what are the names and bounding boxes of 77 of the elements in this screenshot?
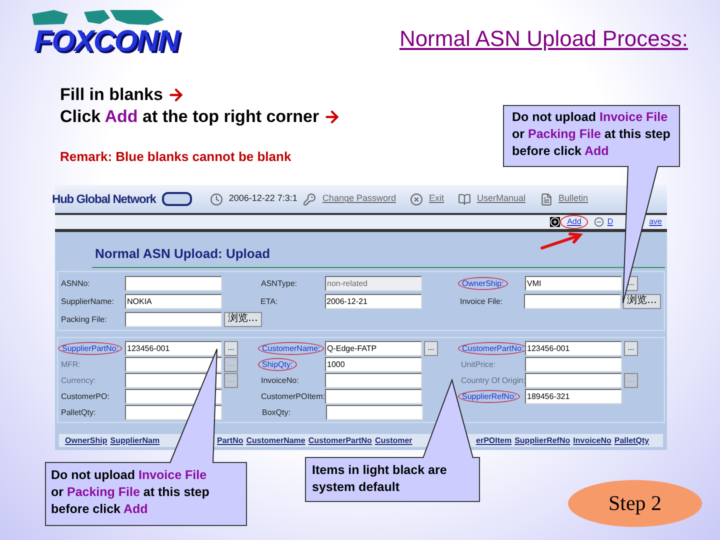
field-label: ETA: <box>260 296 278 306</box>
input-field[interactable] <box>524 294 621 308</box>
nav-link[interactable]: Change Password <box>322 192 396 206</box>
date-time: 2006-12-22 7:3:1 <box>228 192 298 206</box>
input-field[interactable] <box>125 356 222 372</box>
input-field[interactable]: 1000 <box>325 356 422 372</box>
input-field[interactable] <box>525 372 622 388</box>
field-label: CustomerName: <box>258 342 324 354</box>
field-label: OwnerShip: <box>458 276 508 290</box>
logo-text: FOXCONN <box>34 26 179 58</box>
field-label: PalletQty: <box>61 406 96 418</box>
column-header[interactable]: CustomerName <box>246 434 306 446</box>
column-header[interactable]: Customer <box>374 434 412 446</box>
input-field[interactable] <box>125 312 222 326</box>
plus-icon <box>550 217 560 227</box>
badge-logo-icon <box>162 192 192 206</box>
field-label: SupplierPartNo: <box>58 342 122 354</box>
browse-button[interactable]: 浏览... <box>623 294 661 308</box>
input-field[interactable]: 2006-12-21 <box>324 294 422 308</box>
column-header[interactable]: CustomerPartNo <box>308 434 372 446</box>
field-label: CustomerPOItem: <box>261 390 326 402</box>
input-field[interactable]: 123456-001 <box>125 340 222 356</box>
column-header[interactable]: PartNo <box>217 434 244 446</box>
nav-link[interactable]: Bulletin <box>558 192 588 206</box>
close-circle-icon <box>410 192 423 206</box>
column-header[interactable]: erPOItem <box>476 434 512 446</box>
input-field[interactable]: NOKIA <box>125 294 222 308</box>
input-field[interactable]: VMI <box>525 276 622 290</box>
field-label: Invoice File: <box>460 296 503 306</box>
column-header[interactable]: SupplierNam <box>110 434 160 446</box>
field-label: ASNType: <box>261 278 298 288</box>
action-link[interactable]: D <box>604 216 616 228</box>
field-label: Packing File: <box>61 314 107 324</box>
field-label: UnitPrice: <box>461 358 496 370</box>
column-header[interactable]: OwnerShip <box>65 434 108 446</box>
page-heading: Normal ASN Upload: Upload <box>95 246 270 261</box>
browse-button[interactable]: 浏览... <box>224 312 262 326</box>
field-label: ASNNo: <box>61 278 90 288</box>
field-label: SupplierName: <box>61 296 114 306</box>
field-label: SupplierRefNo: <box>458 390 520 402</box>
nav-link[interactable]: Exit <box>428 192 444 206</box>
lookup-button[interactable]: ... <box>224 340 238 356</box>
instruction-text: Fill in blanks <box>60 84 163 106</box>
step-badge: Step 2 <box>568 480 702 527</box>
field-label: ShipQty: <box>258 358 297 370</box>
input-field[interactable] <box>325 372 422 388</box>
input-field[interactable] <box>525 356 622 372</box>
lookup-button[interactable]: ... <box>624 340 638 356</box>
minus-icon <box>594 217 604 227</box>
field-label: BoxQty: <box>262 406 290 418</box>
input-field[interactable]: 189456-321 <box>525 388 622 404</box>
field-label: Country Of Origin: <box>461 374 526 386</box>
key-icon <box>303 192 316 206</box>
input-field[interactable] <box>326 404 423 420</box>
field-label: MFR: <box>61 358 81 370</box>
book-icon <box>458 192 471 206</box>
input-field[interactable]: Q-Edge-FATP <box>325 340 422 356</box>
clock-icon <box>210 192 223 206</box>
input-field[interactable]: 123456-001 <box>525 340 622 356</box>
nav-link[interactable]: UserManual <box>477 192 526 206</box>
field-label: Currency: <box>61 374 96 386</box>
document-icon <box>540 192 553 206</box>
column-header[interactable]: SupplierRefNo <box>514 434 570 446</box>
column-header[interactable]: InvoiceNo <box>573 434 612 446</box>
field-label: InvoiceNo: <box>261 374 299 386</box>
slide-title: Normal ASN Upload Process: <box>399 26 688 51</box>
lookup-button[interactable]: ... <box>424 340 438 356</box>
action-link[interactable]: Add <box>560 215 588 229</box>
instruction-text: Click Add at the top right corner <box>60 106 320 128</box>
input-field[interactable] <box>125 276 222 290</box>
input-field[interactable]: non-related <box>325 276 422 290</box>
action-link[interactable]: ave <box>646 216 665 228</box>
brand-text: Hub Global Network <box>52 191 156 208</box>
column-header[interactable]: PalletQty <box>614 434 650 446</box>
field-label: CustomerPO: <box>61 390 110 402</box>
input-field[interactable] <box>325 388 422 404</box>
remark-text: Remark: Blue blanks cannot be blank <box>60 149 292 164</box>
